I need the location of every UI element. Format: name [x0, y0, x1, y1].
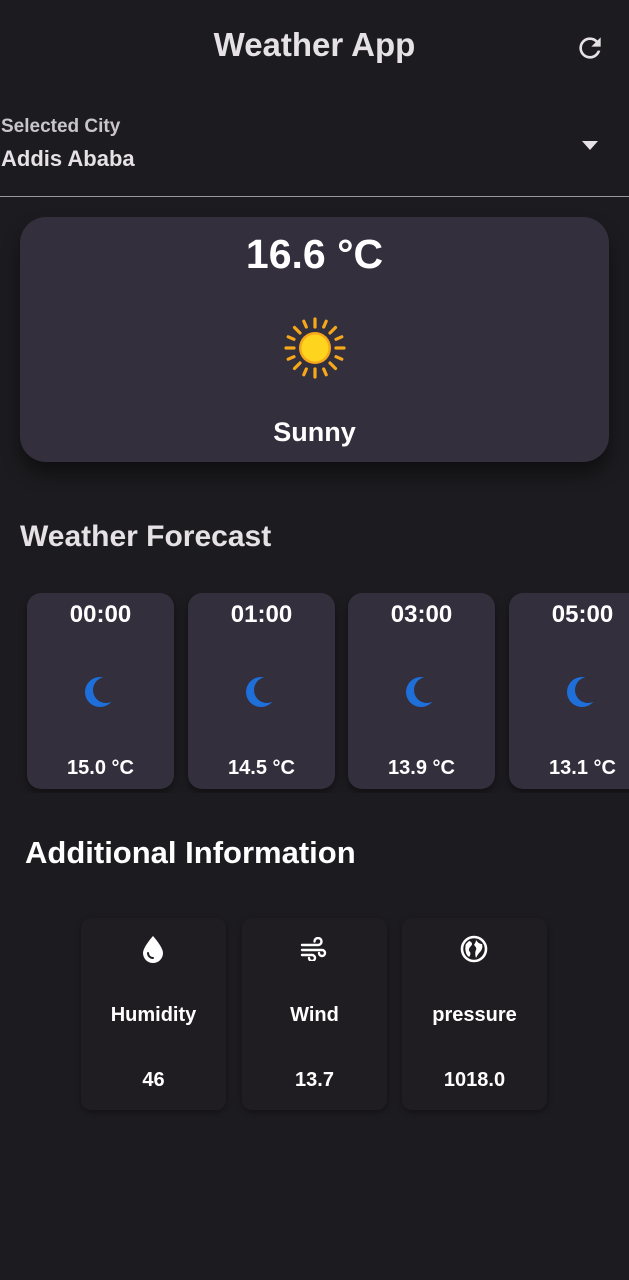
- forecast-time: 00:00: [69, 601, 132, 628]
- pressure-label: pressure: [432, 1004, 517, 1026]
- water-drop-icon: [138, 934, 168, 964]
- current-weather-card: 16.6 °C Sunny: [20, 217, 609, 462]
- humidity-value: 46: [142, 1069, 165, 1091]
- pressure-card: pressure 1018.0: [402, 918, 547, 1110]
- city-dropdown-value: Addis Ababa: [1, 146, 135, 171]
- wind-value: 13.7: [295, 1069, 334, 1091]
- app-title: Weather App: [213, 26, 416, 63]
- moon-icon: [565, 675, 601, 709]
- pressure-value: 1018.0: [443, 1069, 506, 1091]
- globe-icon: [459, 934, 489, 964]
- refresh-button[interactable]: [570, 28, 610, 68]
- forecast-card[interactable]: 01:00 14.5 °C: [188, 593, 335, 789]
- forecast-card[interactable]: 03:00 13.9 °C: [348, 593, 495, 789]
- wind-card: Wind 13.7: [242, 918, 387, 1110]
- current-temperature: 16.6 °C: [245, 231, 384, 277]
- forecast-card[interactable]: 05:00 13.1 °C: [509, 593, 629, 789]
- humidity-card: Humidity 46: [81, 918, 226, 1110]
- moon-icon: [404, 675, 440, 709]
- forecast-list[interactable]: 00:00 15.0 °C 01:00 14.5 °C 03:00 13.9 °…: [0, 593, 629, 793]
- wind-icon: [299, 934, 329, 964]
- forecast-temperature: 13.9 °C: [388, 757, 455, 779]
- moon-icon: [244, 675, 280, 709]
- additional-info-title: Additional Information: [25, 835, 356, 870]
- forecast-time: 01:00: [230, 601, 293, 628]
- city-dropdown-label: Selected City: [1, 116, 121, 137]
- dropdown-arrow-icon: [582, 141, 598, 150]
- forecast-time: 03:00: [390, 601, 453, 628]
- refresh-icon: [579, 37, 601, 59]
- forecast-temperature: 14.5 °C: [228, 757, 295, 779]
- city-dropdown[interactable]: Selected City Addis Ababa: [0, 104, 629, 197]
- app-bar: Weather App: [0, 0, 629, 92]
- forecast-title: Weather Forecast: [20, 520, 272, 553]
- forecast-card[interactable]: 00:00 15.0 °C: [27, 593, 174, 789]
- forecast-time: 05:00: [551, 601, 614, 628]
- current-condition: Sunny: [273, 417, 356, 447]
- forecast-temperature: 15.0 °C: [67, 757, 134, 779]
- moon-icon: [83, 675, 119, 709]
- sun-icon: [284, 317, 346, 379]
- humidity-label: Humidity: [110, 1004, 197, 1026]
- forecast-temperature: 13.1 °C: [549, 757, 616, 779]
- wind-label: Wind: [290, 1004, 339, 1026]
